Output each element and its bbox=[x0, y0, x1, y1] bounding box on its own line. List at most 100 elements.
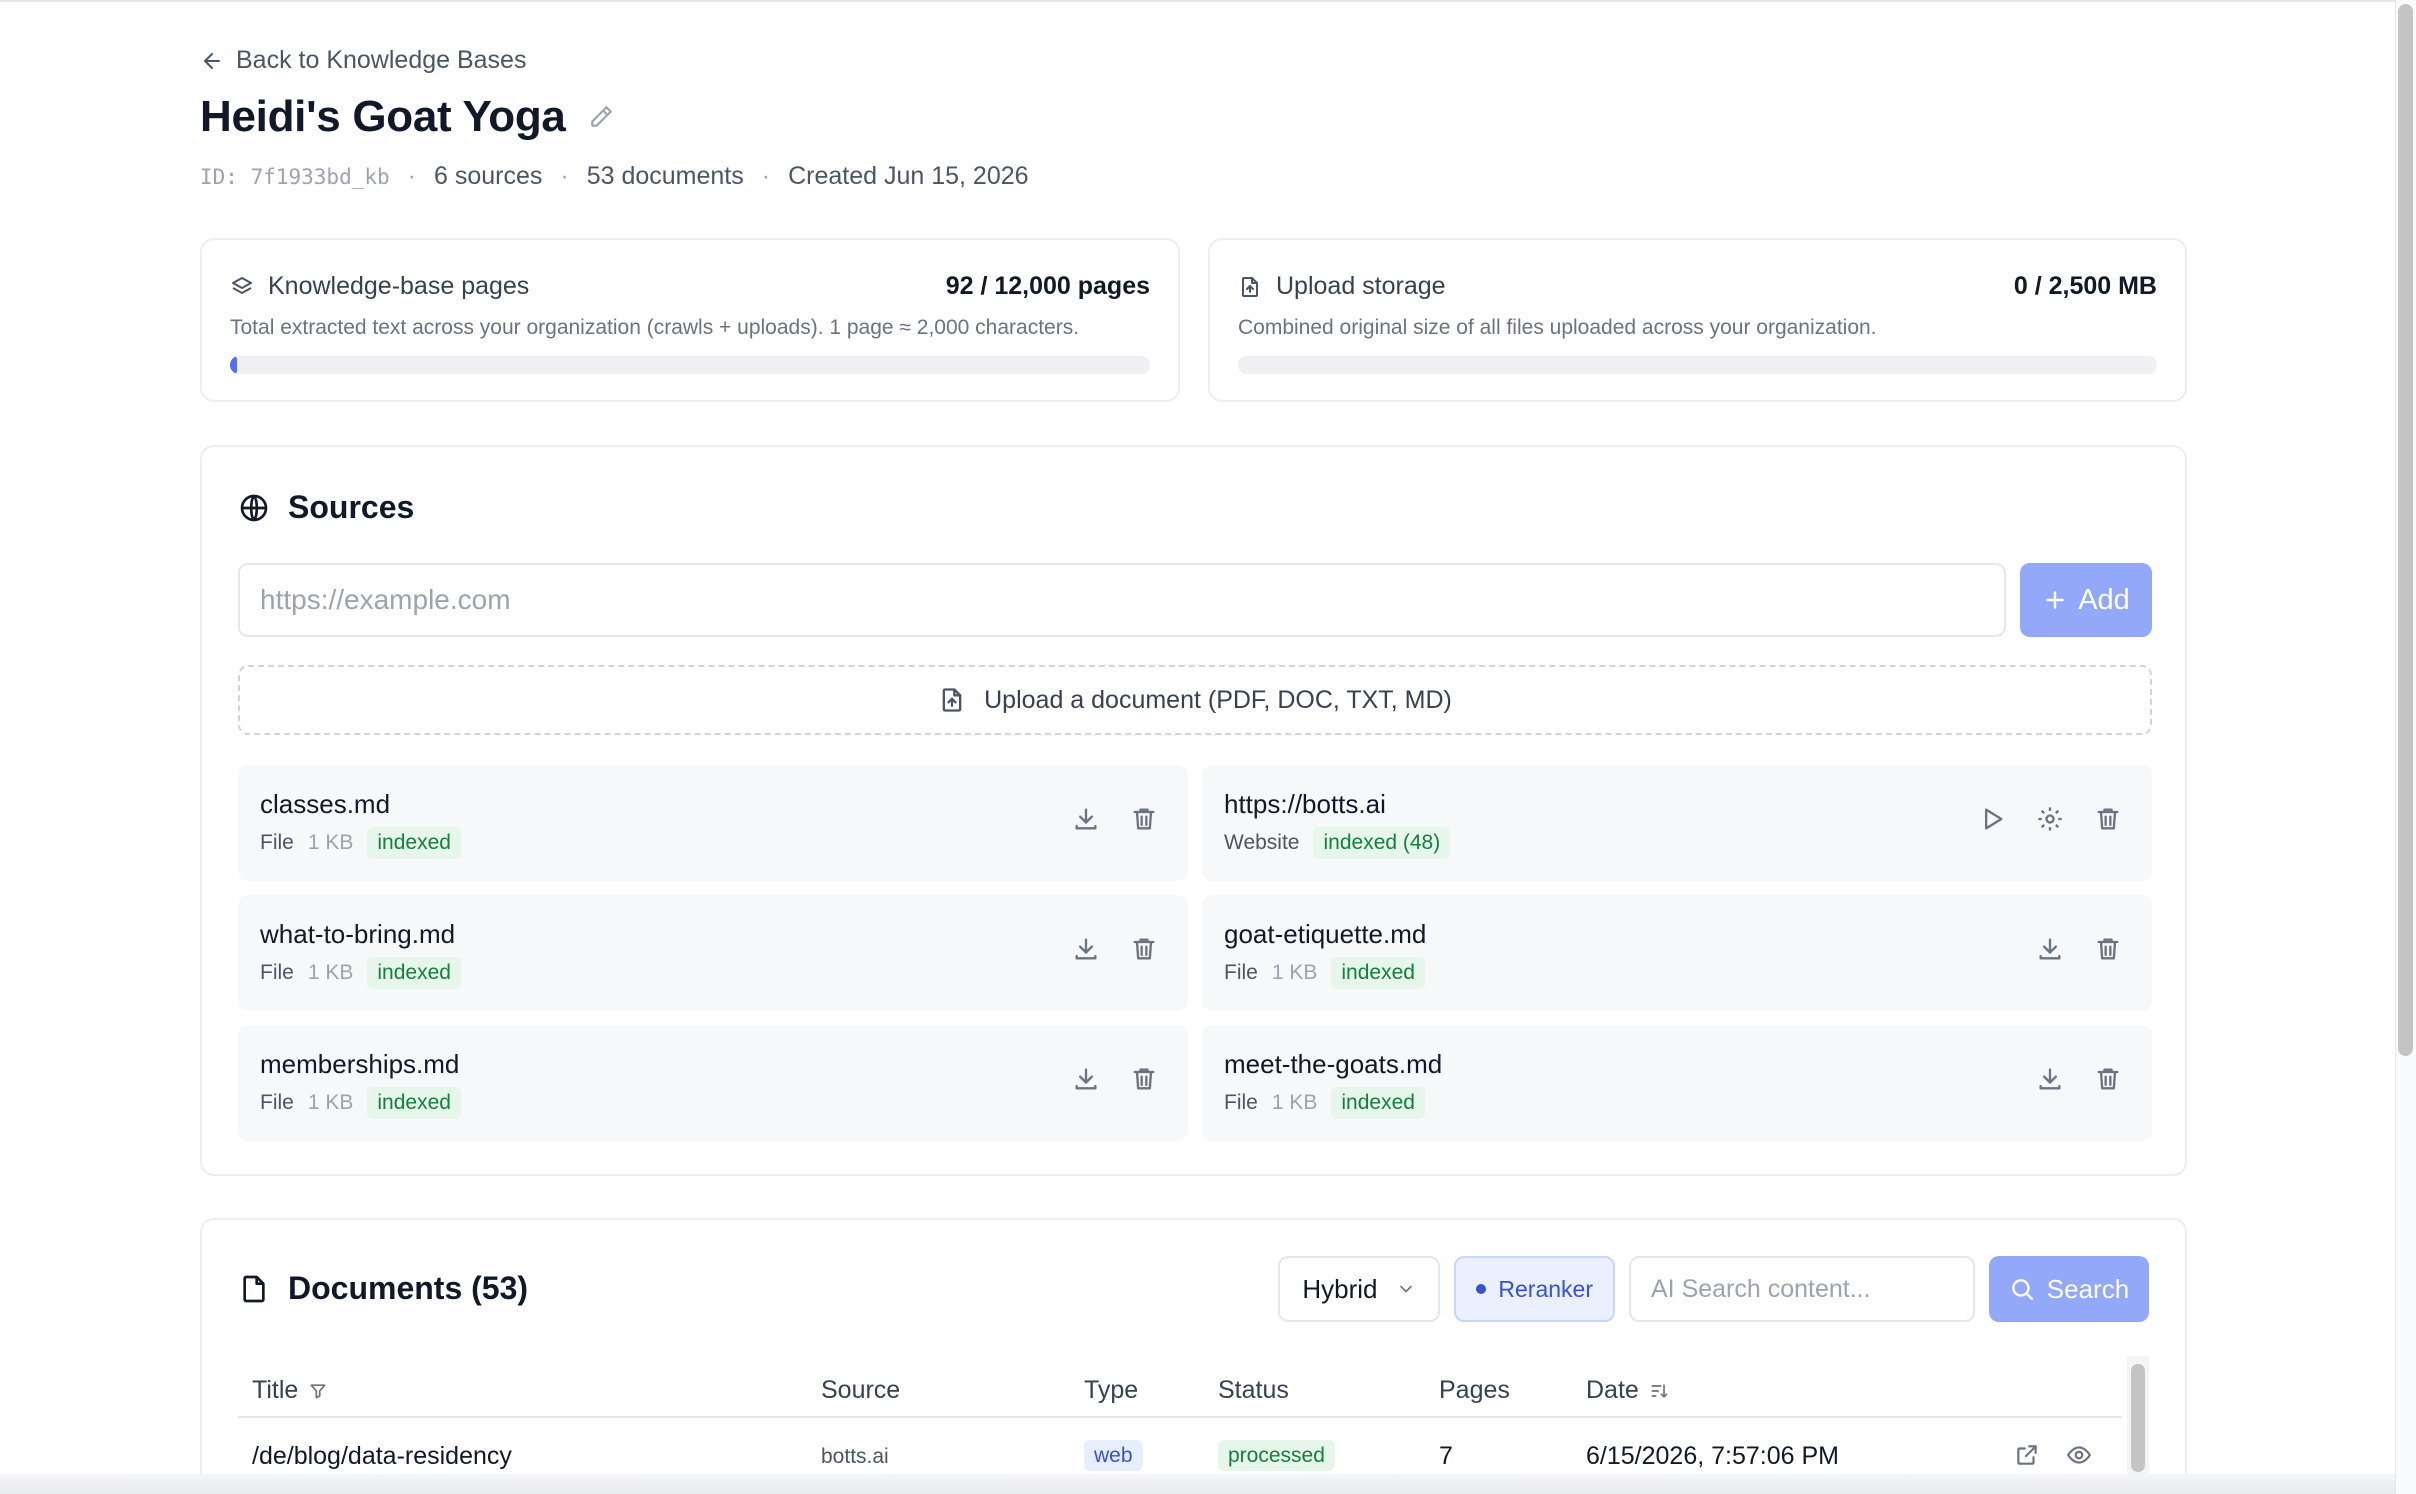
table-scrollbar-thumb[interactable] bbox=[2131, 1364, 2145, 1472]
doc-type-cell: web bbox=[1084, 1440, 1143, 1471]
page-title: Heidi's Goat Yoga bbox=[200, 92, 566, 141]
trash-icon[interactable] bbox=[1130, 805, 1158, 833]
upload-storage-usage-card: Upload storage 0 / 2,500 MB Combined ori… bbox=[1208, 238, 2187, 402]
column-title-label: Title bbox=[252, 1376, 299, 1404]
source-meta: File 1 KB indexed bbox=[260, 827, 461, 859]
back-link[interactable]: Back to Knowledge Bases bbox=[200, 46, 526, 75]
source-name: what-to-bring.md bbox=[260, 919, 456, 949]
source-item: memberships.md File 1 KB indexed bbox=[238, 1025, 1188, 1141]
top-border bbox=[0, 0, 2395, 2]
sort-icon[interactable] bbox=[1649, 1381, 1669, 1401]
download-icon[interactable] bbox=[2036, 1065, 2064, 1093]
source-size: 1 KB bbox=[307, 961, 354, 984]
reranker-label: Reranker bbox=[1498, 1275, 1593, 1302]
source-name: goat-etiquette.md bbox=[1224, 919, 1427, 949]
source-kind: File bbox=[260, 1091, 294, 1114]
bottom-edge bbox=[0, 1474, 2395, 1494]
search-mode-select[interactable]: Hybrid bbox=[1278, 1256, 1441, 1322]
kb-pages-value: 92 / 12,000 pages bbox=[945, 272, 1150, 300]
upload-document-dropzone[interactable]: Upload a document (PDF, DOC, TXT, MD) bbox=[238, 665, 2152, 735]
created-date: Created Jun 15, 2026 bbox=[788, 162, 1029, 190]
upload-document-label: Upload a document (PDF, DOC, TXT, MD) bbox=[984, 685, 1452, 714]
search-button[interactable]: Search bbox=[1989, 1256, 2149, 1322]
source-item: classes.md File 1 KB indexed bbox=[238, 765, 1188, 881]
column-date[interactable]: Date bbox=[1586, 1376, 1669, 1405]
status-badge: indexed bbox=[367, 827, 461, 859]
file-upload-icon bbox=[942, 688, 962, 712]
column-source: Source bbox=[821, 1376, 900, 1405]
globe-icon bbox=[240, 494, 268, 521]
doc-pages: 7 bbox=[1439, 1442, 1453, 1470]
column-pages-label: Pages bbox=[1439, 1376, 1510, 1404]
file-upload-icon bbox=[1242, 276, 1258, 297]
arrow-left-icon bbox=[204, 52, 220, 69]
source-actions bbox=[1978, 805, 2122, 833]
layers-icon bbox=[232, 276, 252, 294]
trash-icon[interactable] bbox=[2094, 1065, 2122, 1093]
source-size: 1 KB bbox=[307, 831, 354, 854]
column-type: Type bbox=[1084, 1376, 1138, 1405]
kb-pages-label: Knowledge-base pages bbox=[268, 272, 530, 300]
source-url-input[interactable] bbox=[238, 563, 2006, 637]
gear-icon[interactable] bbox=[2036, 805, 2064, 833]
page-scrollbar[interactable] bbox=[2395, 0, 2416, 1494]
type-badge: web bbox=[1084, 1440, 1143, 1471]
ai-search-input[interactable] bbox=[1629, 1256, 1975, 1322]
source-size: 1 KB bbox=[1271, 961, 1318, 984]
trash-icon[interactable] bbox=[2094, 935, 2122, 963]
trash-icon[interactable] bbox=[1130, 1065, 1158, 1093]
play-icon[interactable] bbox=[1978, 805, 2006, 833]
status-badge: processed bbox=[1218, 1440, 1335, 1471]
plus-icon bbox=[2046, 591, 2064, 609]
pencil-icon[interactable] bbox=[588, 104, 614, 130]
page-scrollbar-thumb[interactable] bbox=[2398, 4, 2413, 1056]
doc-title[interactable]: /de/blog/data-residency bbox=[252, 1442, 512, 1471]
source-meta: File 1 KB indexed bbox=[260, 957, 461, 989]
download-icon[interactable] bbox=[1072, 935, 1100, 963]
kb-pages-progress-fill bbox=[230, 356, 238, 374]
download-icon[interactable] bbox=[1072, 1065, 1100, 1093]
search-button-label: Search bbox=[2046, 1273, 2130, 1304]
usage-label: Knowledge-base pages bbox=[230, 272, 529, 301]
usage-label: Upload storage bbox=[1238, 272, 1446, 301]
kb-pages-progress-bar bbox=[230, 356, 1150, 374]
source-name: meet-the-goats.md bbox=[1224, 1049, 1443, 1079]
doc-date: 6/15/2026, 7:57:06 PM bbox=[1586, 1442, 1839, 1470]
back-link-label: Back to Knowledge Bases bbox=[236, 46, 527, 74]
doc-source: botts.ai bbox=[821, 1445, 889, 1468]
source-kind: File bbox=[260, 831, 294, 854]
usage-head: Upload storage 0 / 2,500 MB bbox=[1238, 272, 2157, 301]
source-actions bbox=[2036, 935, 2122, 963]
column-source-label: Source bbox=[821, 1376, 901, 1404]
title-row: Heidi's Goat Yoga bbox=[200, 92, 614, 142]
column-status: Status bbox=[1218, 1376, 1289, 1405]
column-title[interactable]: Title bbox=[252, 1376, 328, 1405]
filter-icon[interactable] bbox=[308, 1381, 328, 1401]
source-item: https://botts.ai Website indexed (48) bbox=[1202, 765, 2152, 881]
source-kind: File bbox=[1224, 1091, 1258, 1114]
status-badge: indexed bbox=[1331, 957, 1425, 989]
upload-storage-label: Upload storage bbox=[1276, 272, 1446, 300]
upload-storage-description: Combined original size of all files uplo… bbox=[1238, 316, 1877, 339]
source-meta: Website indexed (48) bbox=[1224, 827, 1451, 859]
download-icon[interactable] bbox=[1072, 805, 1100, 833]
sources-count: 6 sources bbox=[433, 162, 543, 190]
search-mode-value: Hybrid bbox=[1302, 1273, 1378, 1304]
source-item: goat-etiquette.md File 1 KB indexed bbox=[1202, 895, 2152, 1011]
add-source-button[interactable]: Add bbox=[2020, 563, 2152, 637]
trash-icon[interactable] bbox=[2094, 805, 2122, 833]
source-actions bbox=[1072, 935, 1158, 963]
meta-separator: · bbox=[761, 162, 771, 190]
trash-icon[interactable] bbox=[1130, 935, 1158, 963]
status-badge: indexed bbox=[1331, 1087, 1425, 1119]
usage-head: Knowledge-base pages 92 / 12,000 pages bbox=[230, 272, 1150, 301]
kb-pages-description: Total extracted text across your organiz… bbox=[230, 316, 1080, 339]
external-link-icon[interactable] bbox=[2014, 1442, 2040, 1468]
source-item: meet-the-goats.md File 1 KB indexed bbox=[1202, 1025, 2152, 1141]
eye-icon[interactable] bbox=[2066, 1442, 2092, 1468]
download-icon[interactable] bbox=[2036, 935, 2064, 963]
doc-status-cell: processed bbox=[1218, 1440, 1335, 1471]
source-item: what-to-bring.md File 1 KB indexed bbox=[238, 895, 1188, 1011]
file-icon bbox=[243, 1275, 265, 1302]
reranker-toggle[interactable]: Reranker bbox=[1454, 1256, 1615, 1322]
